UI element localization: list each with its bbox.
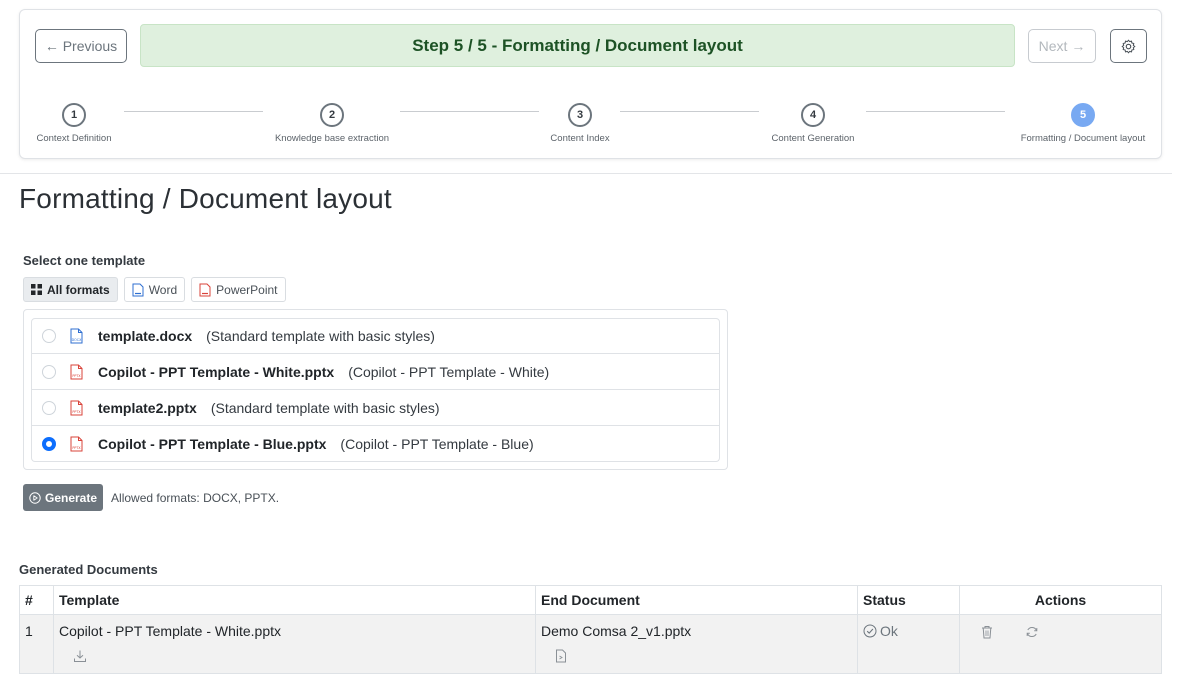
page-title: Formatting / Document layout <box>19 183 392 214</box>
download-template-button[interactable] <box>59 649 530 666</box>
generate-button[interactable]: Generate <box>23 484 104 511</box>
play-circle-icon <box>29 491 41 504</box>
stepper-connector <box>124 111 263 112</box>
step-label: Formatting / Document layout <box>1020 133 1146 144</box>
format-filter-bar: All formats Word PowerPoint <box>23 277 286 302</box>
template-option[interactable]: DOCX template.docx (Standard template wi… <box>31 318 720 354</box>
regenerate-button[interactable] <box>1025 625 1039 642</box>
filter-all-formats[interactable]: All formats <box>23 277 118 302</box>
end-document-name[interactable]: Demo Comsa 2_v1.pptx <box>541 623 691 639</box>
document-icon <box>556 649 566 663</box>
step-number: 4 <box>801 103 825 127</box>
template-option[interactable]: PPTX template2.pptx (Standard template w… <box>31 390 720 426</box>
previous-button[interactable]: ← Previous <box>35 29 127 63</box>
step-3[interactable]: 3 Content Index <box>545 103 615 144</box>
generate-label: Generate <box>45 490 98 505</box>
template-option-selected[interactable]: PPTX Copilot - PPT Template - Blue.pptx … <box>31 426 720 462</box>
template-name: template.docx <box>98 328 193 344</box>
settings-button[interactable] <box>1110 29 1147 63</box>
column-header: Status <box>857 585 960 615</box>
download-icon <box>74 650 86 662</box>
svg-text:DOCX: DOCX <box>72 338 82 342</box>
open-document-button[interactable] <box>541 649 852 666</box>
stepper-connector <box>866 111 1005 112</box>
generated-documents-title: Generated Documents <box>19 562 158 577</box>
template-name: Copilot - PPT Template - Blue.pptx <box>98 435 327 452</box>
template-name: Copilot - PPT Template - White.pptx <box>98 363 335 380</box>
pptx-file-icon: PPTX <box>70 400 83 416</box>
divider <box>0 173 1172 174</box>
step-label: Content Index <box>550 133 610 144</box>
template-name: template2.pptx <box>98 399 197 416</box>
stepper-connector <box>400 111 539 112</box>
allowed-formats-text: Allowed formats: DOCX, PPTX. <box>111 490 280 505</box>
actions-cell <box>959 614 1162 674</box>
column-header: Template <box>53 585 536 615</box>
svg-text:PPTX: PPTX <box>72 446 81 450</box>
step-number: 1 <box>62 103 86 127</box>
filter-word[interactable]: Word <box>123 277 186 302</box>
status-cell: Ok <box>857 614 960 674</box>
delete-button[interactable] <box>981 625 993 642</box>
template-radio[interactable] <box>42 329 56 343</box>
step-banner: Step 5 / 5 - Formatting / Document layou… <box>140 24 1015 67</box>
column-header: End Document <box>535 585 858 615</box>
step-number: 3 <box>568 103 592 127</box>
template-radio[interactable] <box>42 400 56 415</box>
step-5[interactable]: 5 Formatting / Document layout <box>1013 103 1153 144</box>
stepper-connector <box>620 111 759 112</box>
step-label: Content Generation <box>771 133 855 144</box>
end-document-cell: Demo Comsa 2_v1.pptx <box>535 614 858 674</box>
pptx-file-icon: PPTX <box>70 364 83 380</box>
template-description: (Standard template with basic styles) <box>206 328 435 344</box>
filter-powerpoint[interactable]: PowerPoint <box>191 277 286 302</box>
row-template-name: Copilot - PPT Template - White.pptx <box>59 623 282 639</box>
generate-row: Generate Allowed formats: DOCX, PPTX. <box>23 484 279 511</box>
step-label: Knowledge base extraction <box>274 133 390 144</box>
step-number: 2 <box>320 103 344 127</box>
svg-text:PPTX: PPTX <box>72 374 81 378</box>
check-circle-icon <box>863 624 877 638</box>
pptx-file-icon <box>199 283 211 296</box>
wizard-card: ← Previous Step 5 / 5 - Formatting / Doc… <box>19 9 1162 159</box>
row-number: 1 <box>19 614 54 674</box>
template-cell: Copilot - PPT Template - White.pptx <box>53 614 536 674</box>
pptx-file-icon: PPTX <box>70 436 83 452</box>
column-header: # <box>19 585 54 615</box>
step-2[interactable]: 2 Knowledge base extraction <box>270 103 394 144</box>
template-radio-selected[interactable] <box>42 436 56 451</box>
next-button[interactable]: Next → <box>1028 29 1096 63</box>
trash-icon <box>982 626 992 639</box>
docx-file-icon <box>132 283 144 296</box>
refresh-icon <box>1026 626 1038 638</box>
template-description: (Copilot - PPT Template - Blue) <box>340 435 534 452</box>
template-radio[interactable] <box>42 364 56 379</box>
template-list: DOCX template.docx (Standard template wi… <box>23 309 728 470</box>
filter-label: All formats <box>47 282 110 297</box>
docx-file-icon: DOCX <box>70 328 83 344</box>
status-text: Ok <box>880 623 898 639</box>
step-4[interactable]: 4 Content Generation <box>766 103 860 144</box>
step-1[interactable]: 1 Context Definition <box>33 103 115 144</box>
table-header-row: # Template End Document Status Actions <box>19 585 1162 615</box>
status-badge: Ok <box>863 623 898 639</box>
template-description: (Copilot - PPT Template - White) <box>348 363 550 380</box>
filter-label: Word <box>148 282 178 297</box>
generated-documents-table: # Template End Document Status Actions 1… <box>19 585 1162 674</box>
select-template-label: Select one template <box>23 253 146 268</box>
filter-label: PowerPoint <box>216 282 278 297</box>
gear-icon <box>1121 39 1136 53</box>
template-description: (Standard template with basic styles) <box>210 399 440 416</box>
table-row: 1 Copilot - PPT Template - White.pptx De… <box>19 614 1162 674</box>
svg-text:PPTX: PPTX <box>72 410 81 414</box>
step-label: Context Definition <box>36 133 112 144</box>
template-option[interactable]: PPTX Copilot - PPT Template - White.pptx… <box>31 354 720 390</box>
step-number: 5 <box>1071 103 1095 127</box>
column-header: Actions <box>959 585 1162 615</box>
grid-icon <box>31 284 42 295</box>
